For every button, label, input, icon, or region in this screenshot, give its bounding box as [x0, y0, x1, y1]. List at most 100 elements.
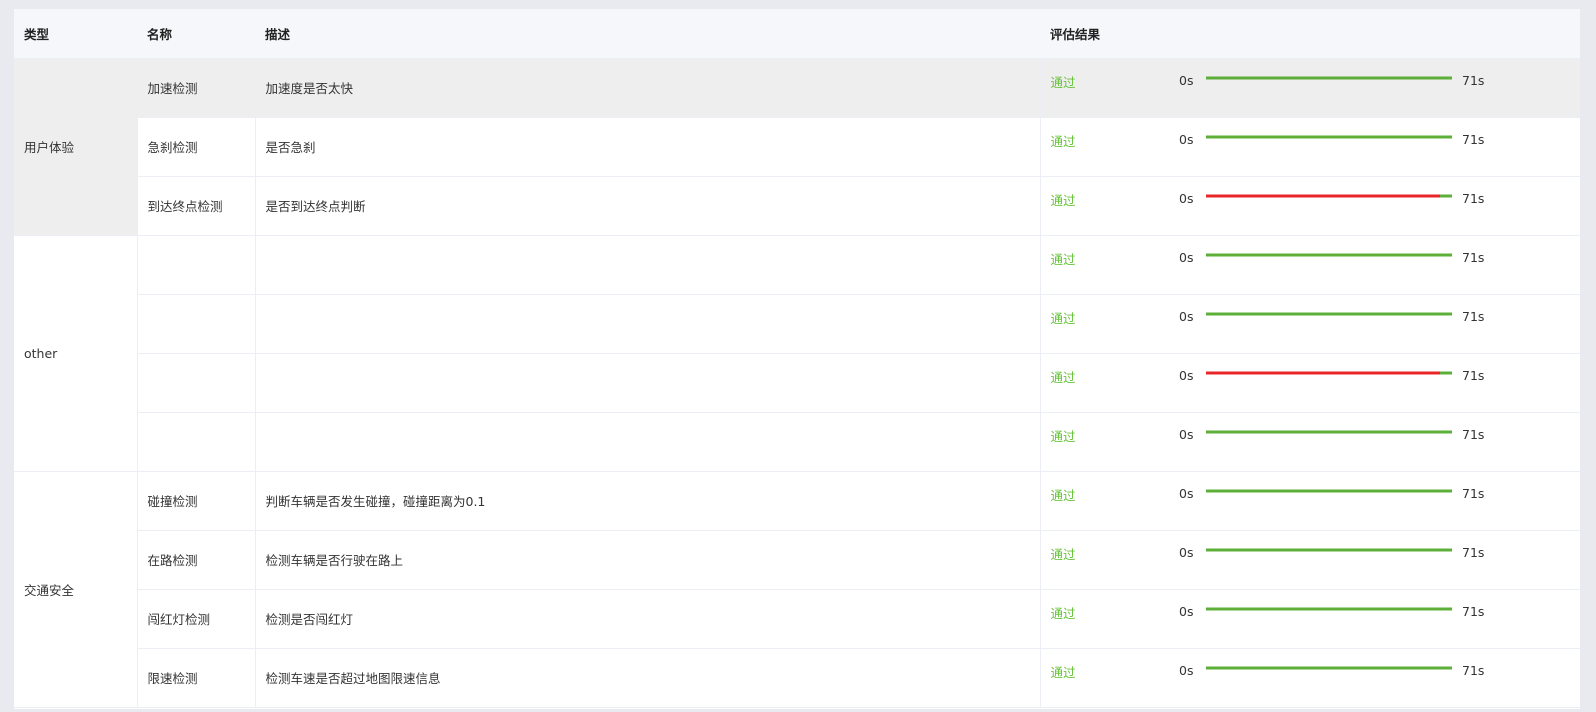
timeline[interactable]: 0s 71s: [1178, 649, 1580, 707]
timeline-start-label: 0s: [1179, 190, 1194, 206]
table-row[interactable]: 用户体验 加速检测 加速度是否太快 通过 0s 71s: [14, 58, 1580, 236]
result-cell: 通过: [1040, 589, 1168, 649]
timeline-end-label: 71s: [1462, 367, 1485, 383]
result-cell: 通过: [1040, 412, 1168, 472]
timeline-cell: 0s 71s: [1168, 589, 1580, 649]
timeline-start-label: 0s: [1179, 662, 1194, 678]
timeline[interactable]: 0s 71s: [1178, 590, 1580, 648]
table-row[interactable]: other 通过 0s 71s: [14, 235, 1580, 472]
timeline-bar: [1206, 135, 1452, 138]
result-status: 通过: [1050, 134, 1076, 149]
timeline-bar: [1206, 253, 1452, 256]
result-status: 通过: [1050, 311, 1076, 326]
result-cell: 通过: [1040, 117, 1168, 177]
timeline[interactable]: 0s 71s: [1178, 236, 1580, 294]
timeline-bar: [1206, 607, 1452, 610]
name-cell: 限速检测: [137, 648, 256, 708]
header-name[interactable]: 名称: [137, 9, 255, 59]
result-status: 通过: [1050, 547, 1076, 562]
timeline-end-label: 71s: [1462, 426, 1485, 442]
timeline-end-label: 71s: [1462, 72, 1485, 88]
result-status: 通过: [1050, 665, 1076, 680]
description-cell: 检测车速是否超过地图限速信息: [255, 648, 1041, 708]
table-row[interactable]: 交通安全 碰撞检测 判断车辆是否发生碰撞，碰撞距离为0.1 通过 0s 71s: [14, 471, 1580, 708]
timeline-bar: [1206, 548, 1452, 551]
type-cell: other: [14, 235, 138, 472]
timeline-start-label: 0s: [1179, 72, 1194, 88]
timeline-pass-segment: [1440, 194, 1452, 197]
timeline-bar: [1206, 194, 1452, 197]
timeline[interactable]: 0s 71s: [1178, 531, 1580, 589]
description-cell: 判断车辆是否发生碰撞，碰撞距离为0.1: [255, 471, 1041, 531]
table-row[interactable]: 闯红灯检测 检测是否闯红灯 通过 0s 71s: [14, 589, 1580, 649]
description-cell: 是否到达终点判断: [255, 176, 1041, 236]
timeline-start-label: 0s: [1179, 131, 1194, 147]
table-row[interactable]: 通过 0s 71s: [14, 412, 1580, 472]
table-row[interactable]: 通过 0s 71s: [14, 294, 1580, 354]
result-status: 通过: [1050, 488, 1076, 503]
result-status: 通过: [1050, 193, 1076, 208]
table-row[interactable]: 在路检测 检测车辆是否行驶在路上 通过 0s 71s: [14, 530, 1580, 590]
timeline[interactable]: 0s 71s: [1178, 59, 1580, 117]
header-result[interactable]: 评估结果: [1040, 9, 1168, 59]
timeline-bar: [1206, 666, 1452, 669]
name-cell: 闯红灯检测: [137, 589, 256, 649]
result-cell: 通过: [1040, 471, 1168, 531]
timeline-end-label: 71s: [1462, 544, 1485, 560]
description-cell: 检测车辆是否行驶在路上: [255, 530, 1041, 590]
timeline-end-label: 71s: [1462, 131, 1485, 147]
timeline-cell: 0s 71s: [1168, 530, 1580, 590]
table-row[interactable]: 通过 0s 71s: [14, 353, 1580, 413]
timeline[interactable]: 0s 71s: [1178, 295, 1580, 353]
timeline-start-label: 0s: [1179, 308, 1194, 324]
type-cell: 用户体验: [14, 58, 138, 236]
timeline-bar: [1206, 312, 1452, 315]
timeline-bar: [1206, 76, 1452, 79]
timeline-cell: 0s 71s: [1168, 648, 1580, 708]
timeline-cell: 0s 71s: [1168, 176, 1580, 236]
description-cell: [255, 353, 1041, 413]
name-cell: [137, 235, 256, 295]
result-cell: 通过: [1040, 176, 1168, 236]
timeline[interactable]: 0s 71s: [1178, 413, 1580, 471]
timeline-pass-segment: [1206, 312, 1452, 315]
name-cell: [137, 412, 256, 472]
result-status: 通过: [1050, 75, 1076, 90]
timeline-pass-segment: [1440, 371, 1452, 374]
table-header-row: 类型 名称 描述 评估结果: [14, 9, 1580, 59]
description-cell: [255, 294, 1041, 354]
result-status: 通过: [1050, 429, 1076, 444]
timeline-cell: 0s 71s: [1168, 353, 1580, 413]
result-cell: 通过: [1040, 235, 1168, 295]
result-cell: 通过: [1040, 58, 1168, 118]
timeline-start-label: 0s: [1179, 426, 1194, 442]
header-type[interactable]: 类型: [14, 9, 137, 59]
timeline-end-label: 71s: [1462, 249, 1485, 265]
timeline[interactable]: 0s 71s: [1178, 472, 1580, 530]
header-description[interactable]: 描述: [255, 9, 1040, 59]
table-row[interactable]: 限速检测 检测车速是否超过地图限速信息 通过 0s 71s: [14, 648, 1580, 708]
timeline-start-label: 0s: [1179, 485, 1194, 501]
timeline[interactable]: 0s 71s: [1178, 354, 1580, 412]
timeline[interactable]: 0s 71s: [1178, 177, 1580, 235]
description-cell: 检测是否闯红灯: [255, 589, 1041, 649]
name-cell: 急刹检测: [137, 117, 256, 177]
timeline-cell: 0s 71s: [1168, 294, 1580, 354]
timeline-pass-segment: [1206, 489, 1452, 492]
timeline-end-label: 71s: [1462, 190, 1485, 206]
name-cell: 碰撞检测: [137, 471, 256, 531]
table-row[interactable]: 急刹检测 是否急刹 通过 0s 71s: [14, 117, 1580, 177]
description-cell: 是否急刹: [255, 117, 1041, 177]
timeline-pass-segment: [1206, 135, 1452, 138]
evaluation-table-panel: 类型 名称 描述 评估结果 用户体验 加速检测 加速度是否太快 通过 0s 71s 急刹检测…: [14, 9, 1580, 709]
timeline-cell: 0s 71s: [1168, 58, 1580, 118]
table-row[interactable]: 到达终点检测 是否到达终点判断 通过 0s 71s: [14, 176, 1580, 236]
timeline-cell: 0s 71s: [1168, 412, 1580, 472]
timeline-bar: [1206, 371, 1452, 374]
timeline[interactable]: 0s 71s: [1178, 118, 1580, 176]
timeline-start-label: 0s: [1179, 367, 1194, 383]
evaluation-table: 类型 名称 描述 评估结果 用户体验 加速检测 加速度是否太快 通过 0s 71s 急刹检测…: [14, 9, 1580, 708]
header-timeline: [1168, 9, 1580, 59]
timeline-start-label: 0s: [1179, 603, 1194, 619]
description-cell: [255, 235, 1041, 295]
